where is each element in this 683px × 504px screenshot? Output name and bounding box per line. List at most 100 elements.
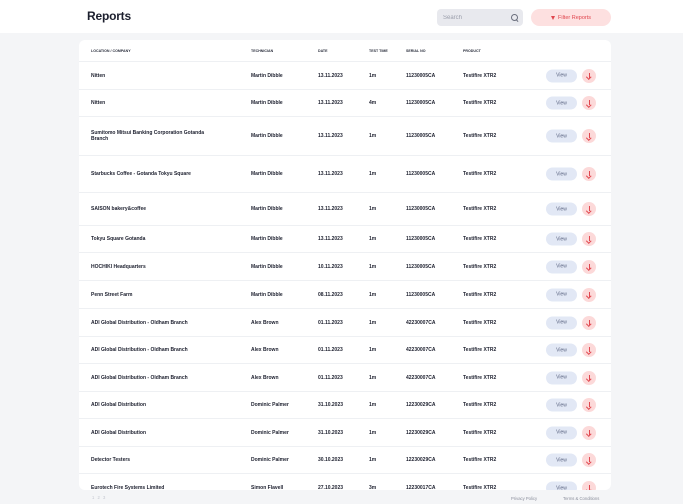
page-title: Reports [87,9,131,23]
table-row: Penn Street Farm Martin Dibble 08.11.2023 1… [79,280,611,308]
product-cell: Testifire XTR2 [463,72,497,79]
filter-reports-button[interactable]: Filter Reports [531,9,611,26]
download-button[interactable] [582,96,596,110]
view-button[interactable]: View [546,202,577,216]
product-cell: Testifire XTR2 [463,319,497,326]
download-button[interactable] [582,425,596,440]
arrow-down-icon [587,171,592,177]
table-row: Sumitomo Mitsui Banking Corporation Gota… [79,116,611,155]
arrow-down-icon [587,374,592,381]
test-time-cell: 1m [369,374,377,381]
download-button[interactable] [582,315,596,330]
download-button[interactable] [582,129,596,143]
view-button[interactable]: View [546,96,577,110]
location-cell: ADI Global Distribution - Oldham Branch [91,347,188,353]
serial-cell: 12230029CA [406,429,436,436]
test-time-cell: 1m [369,291,377,298]
download-button[interactable] [582,167,596,181]
table-row: ADI Global Distribution - Oldham Branch A… [79,363,611,391]
product-cell: Testifire XTR2 [463,485,497,490]
technician-cell: Dominic Palmer [251,429,289,436]
arrow-down-icon [587,457,592,463]
download-button[interactable] [582,202,596,216]
pagination[interactable]: 1 2 3 [92,495,106,500]
test-time-cell: 1m [369,263,377,270]
test-time-cell: 1m [369,347,377,353]
view-button[interactable]: View [546,232,577,246]
date-cell: 13.11.2023 [318,100,343,106]
view-button[interactable]: View [546,371,577,384]
download-button[interactable] [582,343,596,357]
download-button[interactable] [582,232,596,246]
table-row: Nitten Martin Dibble 13.11.2023 1m 11230005C… [79,61,611,89]
search-box[interactable] [437,9,523,26]
product-cell: Testifire XTR2 [463,374,497,381]
view-button[interactable]: View [546,316,577,329]
download-button[interactable] [582,370,596,385]
arrow-down-icon [587,291,592,298]
technician-cell: Alex Brown [251,319,279,326]
view-button[interactable]: View [546,481,577,490]
serial-cell: 12230029CA [406,402,436,408]
date-cell: 27.10.2023 [318,485,344,490]
table-row: ADI Global Distribution - Oldham Branch A… [79,308,611,336]
arrow-down-icon [587,347,592,353]
serial-cell: 42230007CA [406,319,436,326]
view-button[interactable]: View [546,426,577,439]
location-cell: SAISON bakery&coffee [91,206,147,212]
view-button[interactable]: View [546,260,577,273]
product-cell: Testifire XTR2 [463,263,497,270]
column-header-technician: TECHNICIAN [251,49,274,53]
technician-cell: Alex Brown [251,347,279,353]
view-button[interactable]: View [546,398,577,412]
table-row: ADI Global Distribution - Oldham Branch A… [79,336,611,363]
date-cell: 01.11.2023 [318,374,343,381]
location-cell: ADI Global Distribution [91,402,146,408]
download-button[interactable] [582,259,596,274]
terms-conditions-link[interactable]: Terms & Conditions [563,496,599,501]
serial-cell: 11230005CA [406,72,436,79]
test-time-cell: 1m [369,171,377,177]
location-cell: HOCHIKI Headquarters [91,263,146,270]
top-bar: Reports Filter Reports [0,0,683,33]
location-cell: ADI Global Distribution - Oldham Branch [91,319,188,326]
download-button[interactable] [582,287,596,302]
serial-cell: 42230007CA [406,347,436,353]
column-header-product: PRODUCT [463,49,481,53]
product-cell: Testifire XTR2 [463,457,497,463]
date-cell: 13.11.2023 [318,72,343,79]
download-button[interactable] [582,398,596,412]
location-cell: ADI Global Distribution [91,429,146,436]
view-button[interactable]: View [546,288,577,301]
table-row: ADI Global Distribution Dominic Palmer 31.… [79,418,611,446]
arrow-down-icon [587,429,592,436]
download-button[interactable] [582,481,596,490]
search-icon[interactable] [511,13,518,22]
test-time-cell: 1m [369,402,377,408]
search-input[interactable] [443,14,511,21]
download-button[interactable] [582,68,596,83]
product-cell: Testifire XTR2 [463,100,497,106]
arrow-down-icon [587,236,592,242]
view-button[interactable]: View [546,343,577,357]
test-time-cell: 1m [369,319,377,326]
download-button[interactable] [582,453,596,467]
view-button[interactable]: View [546,453,577,467]
technician-cell: Martin Dibble [251,72,283,79]
product-cell: Testifire XTR2 [463,171,497,177]
location-cell: Nitten [91,72,106,79]
serial-cell: 11230005CA [406,133,436,139]
technician-cell: Dominic Palmer [251,457,289,463]
filter-icon [550,15,555,20]
view-button[interactable]: View [546,129,577,143]
technician-cell: Martin Dibble [251,291,283,298]
location-cell: Tokyu Square Gotanda [91,236,146,242]
privacy-policy-link[interactable]: Privacy Policy [511,496,537,501]
table-row: Nitten Martin Dibble 13.11.2023 4m 11230005C… [79,89,611,116]
test-time-cell: 4m [369,100,377,106]
table-row: Tokyu Square Gotanda Martin Dibble 13.11.2… [79,225,611,252]
view-button[interactable]: View [546,69,577,82]
view-button[interactable]: View [546,167,577,181]
test-time-cell: 3m [369,485,377,490]
product-cell: Testifire XTR2 [463,291,497,298]
